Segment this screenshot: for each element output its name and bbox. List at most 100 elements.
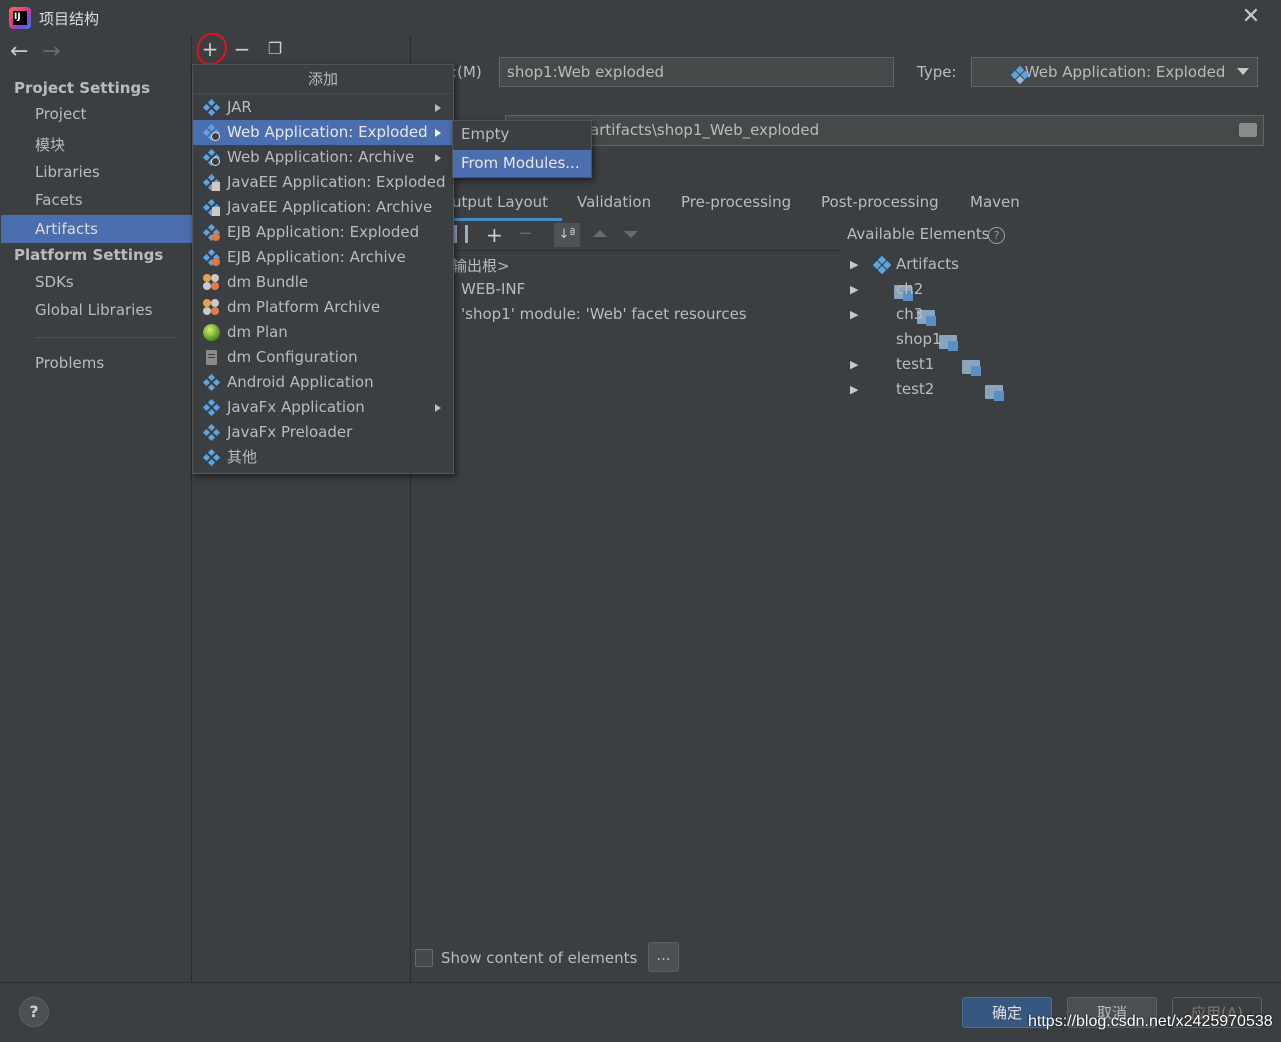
menu-item-item-14[interactable]: 其他	[193, 445, 453, 470]
sidebar-item-sdks[interactable]: SDKs	[35, 273, 74, 291]
back-arrow-icon[interactable]: ←	[10, 41, 28, 63]
project-settings-header: Project Settings	[14, 79, 151, 97]
close-icon[interactable]: ✕	[1238, 4, 1264, 30]
sidebar-item-global-libraries[interactable]: Global Libraries	[35, 301, 152, 319]
submenu-item-from-modules[interactable]: From Modules...	[453, 150, 591, 177]
remove-icon[interactable]: −	[231, 38, 253, 60]
document-icon	[203, 349, 220, 366]
artifact-icon	[202, 423, 221, 442]
available-item-test2[interactable]: test2	[896, 380, 934, 398]
intellij-app-icon: IJ	[9, 7, 31, 29]
copy-icon[interactable]: ❐	[264, 38, 286, 60]
move-down-icon[interactable]	[624, 231, 638, 238]
menu-item-label: 其他	[227, 448, 258, 466]
submenu-arrow-icon	[435, 104, 441, 112]
tab-maven[interactable]: Maven	[970, 193, 1020, 211]
available-item-ch3[interactable]: ch3	[896, 305, 923, 323]
sidebar-item-facets[interactable]: Facets	[35, 191, 83, 209]
show-content-checkbox[interactable]	[415, 949, 433, 967]
menu-item-label: dm Bundle	[227, 273, 309, 291]
globe-icon	[203, 324, 220, 341]
tree-row-output-root[interactable]: 输出根>	[452, 255, 510, 276]
menu-item-label: Web Application: Exploded	[227, 123, 428, 141]
menu-item-label: JavaEE Application: Archive	[227, 198, 433, 216]
show-content-label: Show content of elements	[441, 949, 638, 967]
popup-title: 添加	[193, 65, 453, 94]
menu-item-web-application-archive[interactable]: Web Application: Archive	[193, 145, 453, 170]
menu-item-label: EJB Application: Exploded	[227, 223, 420, 241]
move-up-icon[interactable]	[593, 230, 607, 237]
available-elements-title: Available Elements	[847, 225, 990, 243]
submenu-item-empty[interactable]: Empty	[453, 121, 591, 148]
menu-item-android-application[interactable]: Android Application	[193, 370, 453, 395]
menu-item-label: JavaFx Preloader	[227, 423, 353, 441]
expand-arrow-icon[interactable]: ▶	[850, 258, 858, 271]
sidebar-item-problems[interactable]: Problems	[35, 354, 104, 372]
menu-item-jar[interactable]: JAR	[193, 95, 453, 120]
sort-icon[interactable]: ↓ª	[554, 223, 580, 247]
available-item-shop1[interactable]: shop1	[896, 330, 942, 348]
menu-item-ejb-application-archive[interactable]: EJB Application: Archive	[193, 245, 453, 270]
artifact-icon	[202, 98, 221, 117]
web-icon	[202, 148, 221, 167]
sidebar-item-modules[interactable]: 模块	[35, 134, 65, 155]
submenu-arrow-icon	[435, 404, 441, 412]
available-item-test1[interactable]: test1	[896, 355, 934, 373]
sidebar-item-libraries[interactable]: Libraries	[35, 163, 100, 181]
tab-pre-processing[interactable]: Pre-processing	[681, 193, 791, 211]
artifact-icon	[202, 398, 221, 417]
menu-item-javaee-application-archive[interactable]: JavaEE Application: Archive	[193, 195, 453, 220]
sidebar-item-project[interactable]: Project	[35, 105, 86, 123]
menu-item-label: Web Application: Archive	[227, 148, 415, 166]
add-artifact-popup: 添加 JAR Web Application: Exploded Web Appli…	[192, 64, 454, 474]
sidebar-divider	[35, 337, 175, 338]
tab-output-layout[interactable]: utput Layout	[452, 193, 548, 211]
chevron-down-icon	[1237, 68, 1249, 75]
available-item-ch2[interactable]: ch2	[896, 280, 923, 298]
expand-arrow-icon[interactable]: ▶	[850, 308, 858, 321]
expand-arrow-icon[interactable]: ▶	[850, 383, 858, 396]
menu-item-dm-configuration[interactable]: dm Configuration	[193, 345, 453, 370]
more-options-button[interactable]: ...	[648, 942, 679, 972]
menu-item-label: dm Configuration	[227, 348, 358, 366]
type-select[interactable]: Web Application: Exploded	[971, 57, 1258, 87]
tree-row-facet-resources[interactable]: 'shop1' module: 'Web' facet resources	[461, 305, 747, 323]
bundle-icon	[203, 299, 220, 316]
module-folder-icon	[939, 335, 959, 351]
tab-post-processing[interactable]: Post-processing	[821, 193, 939, 211]
module-folder-icon	[962, 360, 982, 376]
artifacts-icon	[872, 255, 892, 275]
menu-item-ejb-application-exploded[interactable]: EJB Application: Exploded	[193, 220, 453, 245]
tree-row-web-inf[interactable]: WEB-INF	[461, 280, 525, 298]
artifact-name-input[interactable]: shop1:Web exploded	[499, 57, 894, 87]
add-element-icon[interactable]: +	[486, 223, 503, 247]
menu-item-dm-plan[interactable]: dm Plan	[193, 320, 453, 345]
forward-arrow-icon[interactable]: →	[42, 41, 60, 63]
menu-item-javafx-application[interactable]: JavaFx Application	[193, 395, 453, 420]
artifact-icon	[202, 373, 221, 392]
submenu-arrow-icon	[435, 129, 441, 137]
menu-item-dm-bundle[interactable]: dm Bundle	[193, 270, 453, 295]
web-exploded-icon	[1010, 65, 1030, 85]
menu-item-javafx-preloader[interactable]: JavaFx Preloader	[193, 420, 453, 445]
active-tab-indicator	[452, 218, 562, 221]
folder-browse-icon[interactable]	[1239, 123, 1257, 137]
expand-arrow-icon[interactable]: ▶	[850, 358, 858, 371]
module-folder-icon	[984, 385, 1004, 401]
help-button[interactable]: ?	[19, 997, 49, 1027]
remove-element-icon[interactable]: −	[518, 223, 533, 244]
help-icon[interactable]: ?	[988, 227, 1005, 244]
menu-item-label: dm Platform Archive	[227, 298, 381, 316]
javaee-icon	[202, 173, 221, 192]
expand-arrow-icon[interactable]: ▶	[850, 283, 858, 296]
available-item-artifacts[interactable]: Artifacts	[896, 255, 959, 273]
menu-item-dm-platform-archive[interactable]: dm Platform Archive	[193, 295, 453, 320]
web-exploded-submenu: Empty From Modules...	[452, 120, 592, 178]
sidebar-item-artifacts[interactable]: Artifacts	[35, 220, 98, 238]
menu-item-javaee-application-exploded[interactable]: JavaEE Application: Exploded	[193, 170, 453, 195]
menu-item-label: EJB Application: Archive	[227, 248, 406, 266]
menu-item-web-application-exploded[interactable]: Web Application: Exploded	[193, 120, 453, 145]
create-directory-icon[interactable]	[454, 225, 468, 243]
tab-validation[interactable]: Validation	[577, 193, 651, 211]
output-directory-input[interactable]: artifacts\shop1_Web_exploded	[505, 115, 1264, 146]
